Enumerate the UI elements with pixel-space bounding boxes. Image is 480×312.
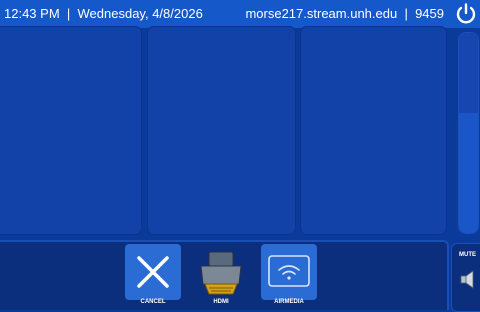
date-text: Wednesday, 4/8/2026 xyxy=(77,6,203,21)
display-panel-left[interactable] xyxy=(0,26,142,235)
host-text: morse217.stream.unh.edu xyxy=(245,6,398,21)
status-bar: 12:43 PM | Wednesday, 4/8/2026 morse217.… xyxy=(0,0,480,28)
cancel-label: CANCEL xyxy=(140,299,166,305)
hdmi-icon xyxy=(200,251,242,295)
x-icon xyxy=(137,256,169,288)
cancel-button[interactable] xyxy=(125,244,181,300)
separator: | xyxy=(66,6,71,21)
mute-label: MUTE xyxy=(459,252,476,258)
room-code: 9459 xyxy=(415,6,444,21)
airmedia-button[interactable] xyxy=(261,244,317,300)
display-panel-center[interactable] xyxy=(147,26,296,235)
host-info: morse217.stream.unh.edu | 9459 xyxy=(245,6,444,21)
volume-slider[interactable] xyxy=(458,32,479,234)
hdmi-label: HDMI xyxy=(213,299,229,305)
datetime: 12:43 PM | Wednesday, 4/8/2026 xyxy=(4,6,203,21)
power-icon[interactable] xyxy=(454,2,478,26)
airmedia-label: AIRMEDIA xyxy=(274,299,304,305)
hdmi-button[interactable] xyxy=(193,244,249,300)
volume-slider-empty xyxy=(459,33,478,113)
separator: | xyxy=(404,6,408,21)
speaker-icon xyxy=(460,270,474,289)
volume-slider-fill xyxy=(459,113,478,233)
wifi-screen-icon xyxy=(268,255,310,287)
display-panel-right[interactable] xyxy=(300,26,447,235)
time-text: 12:43 PM xyxy=(4,6,60,21)
